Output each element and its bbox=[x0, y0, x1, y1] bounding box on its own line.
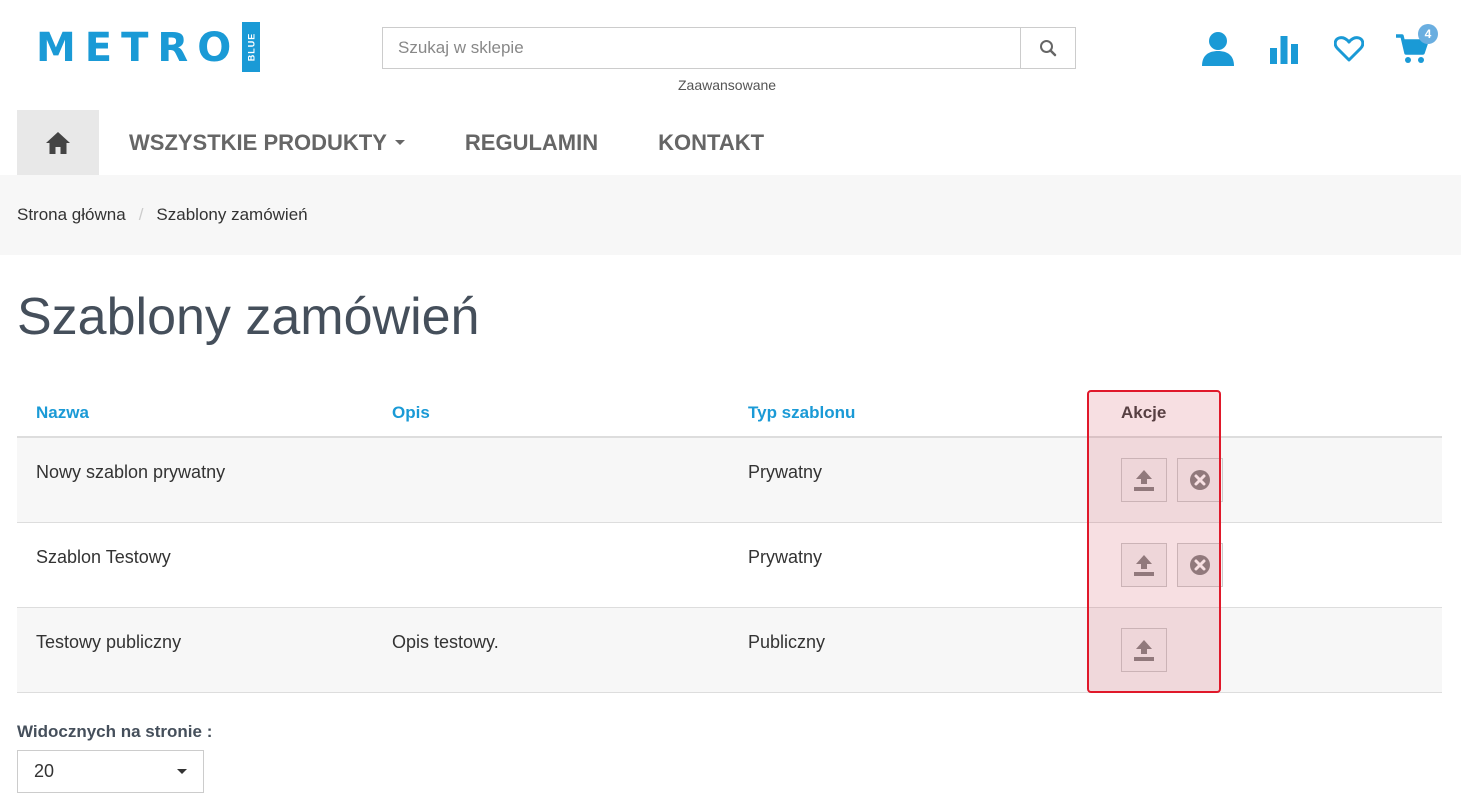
delete-template-button[interactable] bbox=[1177, 458, 1223, 502]
nav-contact[interactable]: KONTAKT bbox=[658, 130, 764, 156]
templates-table: Nazwa Opis Typ szablonu Akcje Nowy szabl… bbox=[17, 390, 1442, 693]
table-row: Szablon Testowy Prywatny bbox=[17, 523, 1442, 608]
home-icon bbox=[46, 131, 70, 154]
table-row: Testowy publiczny Opis testowy. Publiczn… bbox=[17, 608, 1442, 693]
load-template-button[interactable] bbox=[1121, 628, 1167, 672]
per-page-label: Widocznych na stronie : bbox=[17, 722, 213, 741]
account-button[interactable] bbox=[1200, 30, 1236, 68]
page-title: Szablony zamówień bbox=[17, 288, 480, 346]
breadcrumb: Strona główna / Szablony zamówień bbox=[0, 175, 1461, 255]
table-row: Nowy szablon prywatny Prywatny bbox=[17, 438, 1442, 523]
chevron-down-icon bbox=[394, 140, 405, 145]
row-actions bbox=[1104, 458, 1223, 502]
breadcrumb-current: Szablony zamówień bbox=[156, 205, 308, 224]
per-page-value: 20 bbox=[34, 761, 55, 781]
nav-home-button[interactable] bbox=[17, 110, 99, 175]
bar-chart-icon bbox=[1270, 36, 1298, 64]
cell-type: Prywatny bbox=[748, 547, 823, 567]
cell-description: Opis testowy. bbox=[392, 632, 499, 652]
logo[interactable]: METRO BLUE bbox=[36, 22, 261, 74]
search-button[interactable] bbox=[1020, 28, 1075, 68]
nav-all-products[interactable]: WSZYSTKIE PRODUKTY bbox=[129, 130, 405, 156]
row-actions bbox=[1104, 628, 1167, 672]
wishlist-button[interactable] bbox=[1331, 30, 1367, 68]
cell-type: Prywatny bbox=[748, 462, 823, 482]
upload-icon bbox=[1134, 555, 1154, 576]
breadcrumb-separator: / bbox=[138, 205, 144, 224]
advanced-search-link[interactable]: Zaawansowane bbox=[678, 77, 776, 93]
load-template-button[interactable] bbox=[1121, 543, 1167, 587]
nav-terms[interactable]: REGULAMIN bbox=[465, 130, 598, 156]
logo-badge: BLUE bbox=[242, 22, 261, 72]
cell-type: Publiczny bbox=[748, 632, 826, 652]
delete-template-button[interactable] bbox=[1177, 543, 1223, 587]
row-actions bbox=[1104, 543, 1223, 587]
search-input[interactable] bbox=[383, 28, 1020, 68]
main-nav: WSZYSTKIE PRODUKTY REGULAMIN KONTAKT bbox=[17, 110, 794, 175]
cart-button[interactable]: 4 bbox=[1394, 24, 1438, 68]
search-bar bbox=[382, 27, 1076, 69]
column-header-actions: Akcje bbox=[1121, 403, 1167, 422]
cart-count-badge: 4 bbox=[1418, 24, 1438, 44]
chevron-down-icon bbox=[177, 769, 187, 774]
heart-icon bbox=[1334, 36, 1364, 62]
load-template-button[interactable] bbox=[1121, 458, 1167, 502]
cell-name: Szablon Testowy bbox=[36, 547, 171, 567]
user-icon bbox=[1202, 32, 1234, 66]
upload-icon bbox=[1134, 470, 1154, 491]
cell-name: Testowy publiczny bbox=[36, 632, 182, 652]
search-icon bbox=[1040, 40, 1057, 57]
cell-name: Nowy szablon prywatny bbox=[36, 462, 226, 482]
breadcrumb-home[interactable]: Strona główna bbox=[17, 205, 126, 225]
column-header-type[interactable]: Typ szablonu bbox=[748, 403, 855, 423]
compare-button[interactable] bbox=[1266, 30, 1302, 68]
column-header-description[interactable]: Opis bbox=[392, 403, 430, 423]
table-header: Nazwa Opis Typ szablonu Akcje bbox=[17, 390, 1442, 438]
remove-circle-icon bbox=[1190, 555, 1210, 575]
column-header-name[interactable]: Nazwa bbox=[36, 403, 89, 423]
upload-icon bbox=[1134, 640, 1154, 661]
remove-circle-icon bbox=[1190, 470, 1210, 490]
logo-text: METRO bbox=[36, 25, 241, 71]
per-page-select[interactable]: 20 bbox=[17, 750, 204, 793]
nav-all-products-label: WSZYSTKIE PRODUKTY bbox=[129, 129, 387, 155]
